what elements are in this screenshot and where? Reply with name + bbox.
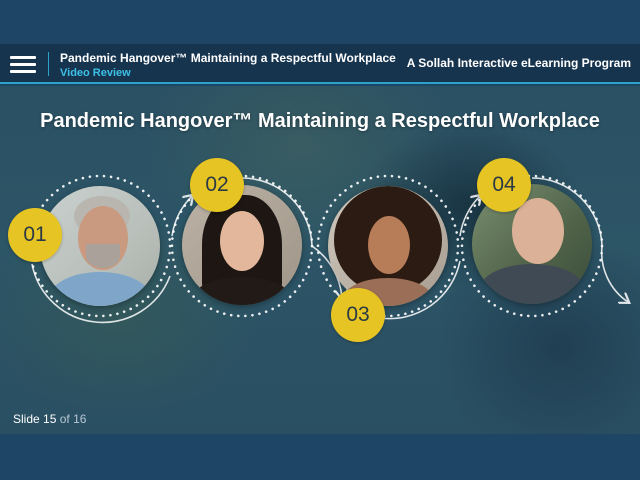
video-badge-04[interactable]: 04	[477, 158, 531, 212]
slide-word: Slide	[13, 412, 40, 426]
footer-band	[0, 434, 640, 480]
header-divider	[48, 52, 49, 76]
slide-total: 16	[73, 412, 87, 426]
slide-of-word: of	[59, 412, 70, 426]
person-beard	[86, 244, 120, 268]
person-body	[480, 264, 584, 304]
slide-current: 15	[43, 412, 57, 426]
person-face	[512, 198, 564, 264]
header-bar: Pandemic Hangover™ Maintaining a Respect…	[0, 44, 640, 84]
slide-counter: Slide 15 of 16	[13, 412, 86, 426]
video-badge-03[interactable]: 03	[331, 288, 385, 342]
course-title: Pandemic Hangover™ Maintaining a Respect…	[60, 51, 396, 65]
top-band	[0, 0, 640, 44]
video-badge-02[interactable]: 02	[190, 158, 244, 212]
brand-label: A Sollah Interactive eLearning Program	[406, 56, 631, 70]
video-badge-01[interactable]: 01	[8, 208, 62, 262]
person-face	[368, 216, 410, 274]
section-subtitle: Video Review	[60, 67, 131, 79]
hamburger-menu-icon[interactable]	[10, 56, 36, 74]
video-thumbnail-03[interactable]	[328, 186, 448, 306]
person-face	[220, 211, 264, 271]
person-body	[50, 272, 150, 306]
